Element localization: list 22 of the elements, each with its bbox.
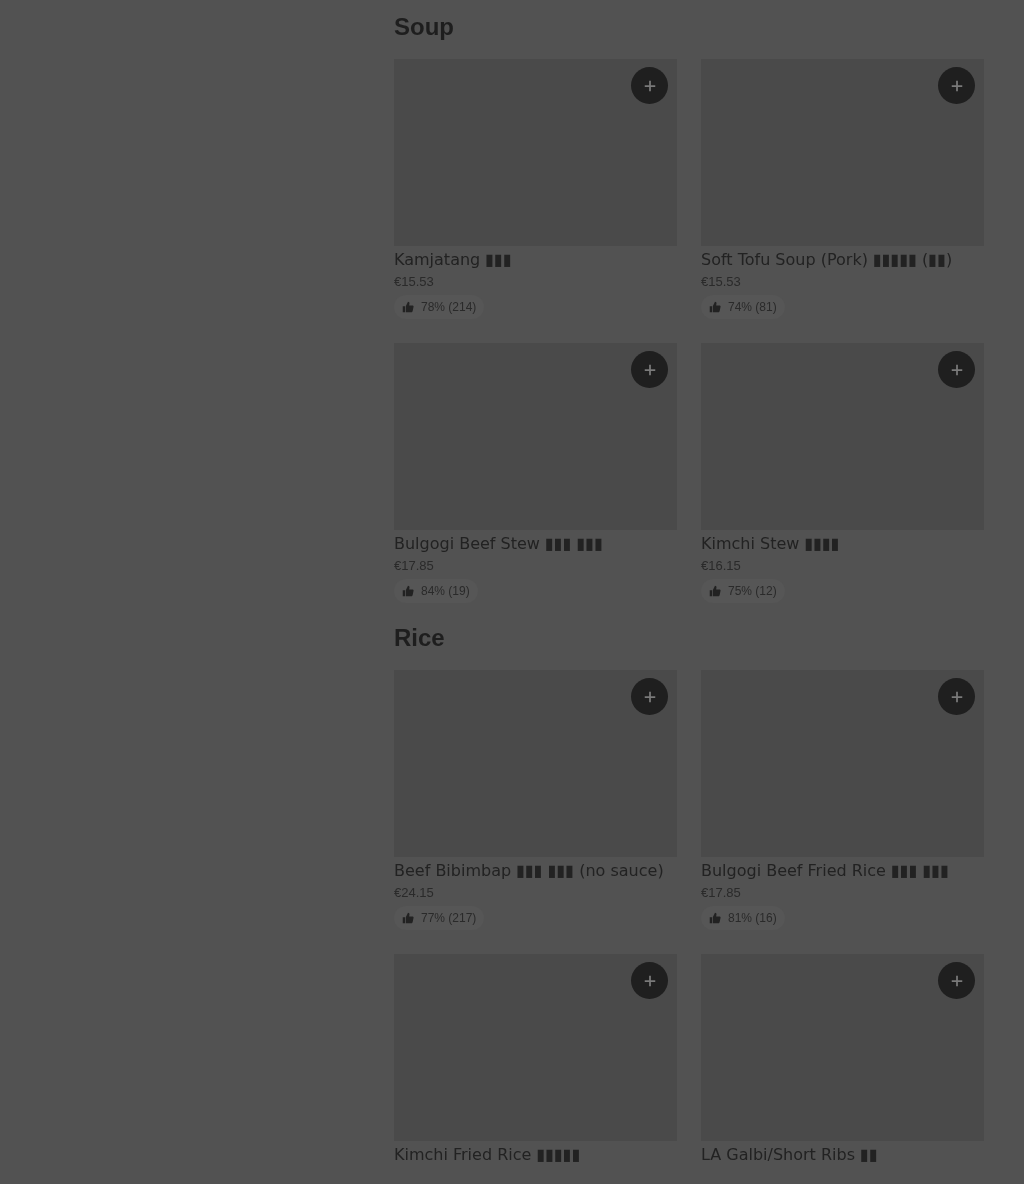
add-button[interactable]: [938, 67, 975, 104]
add-button[interactable]: [631, 67, 668, 104]
thumbs-up-icon: [402, 301, 414, 313]
thumbs-up-icon: [402, 585, 414, 597]
thumbs-up-icon: [402, 912, 414, 924]
plus-icon: [642, 689, 657, 704]
plus-icon: [642, 78, 657, 93]
plus-icon: [949, 362, 964, 377]
plus-icon: [949, 78, 964, 93]
plus-icon: [949, 689, 964, 704]
add-button[interactable]: [938, 351, 975, 388]
thumbs-up-icon: [709, 585, 721, 597]
plus-icon: [949, 973, 964, 988]
add-button[interactable]: [631, 678, 668, 715]
add-button[interactable]: [631, 351, 668, 388]
plus-icon: [642, 973, 657, 988]
thumbs-up-icon: [709, 301, 721, 313]
add-button[interactable]: [938, 678, 975, 715]
thumbs-up-icon: [709, 912, 721, 924]
add-button[interactable]: [631, 962, 668, 999]
add-button[interactable]: [938, 962, 975, 999]
plus-icon: [642, 362, 657, 377]
